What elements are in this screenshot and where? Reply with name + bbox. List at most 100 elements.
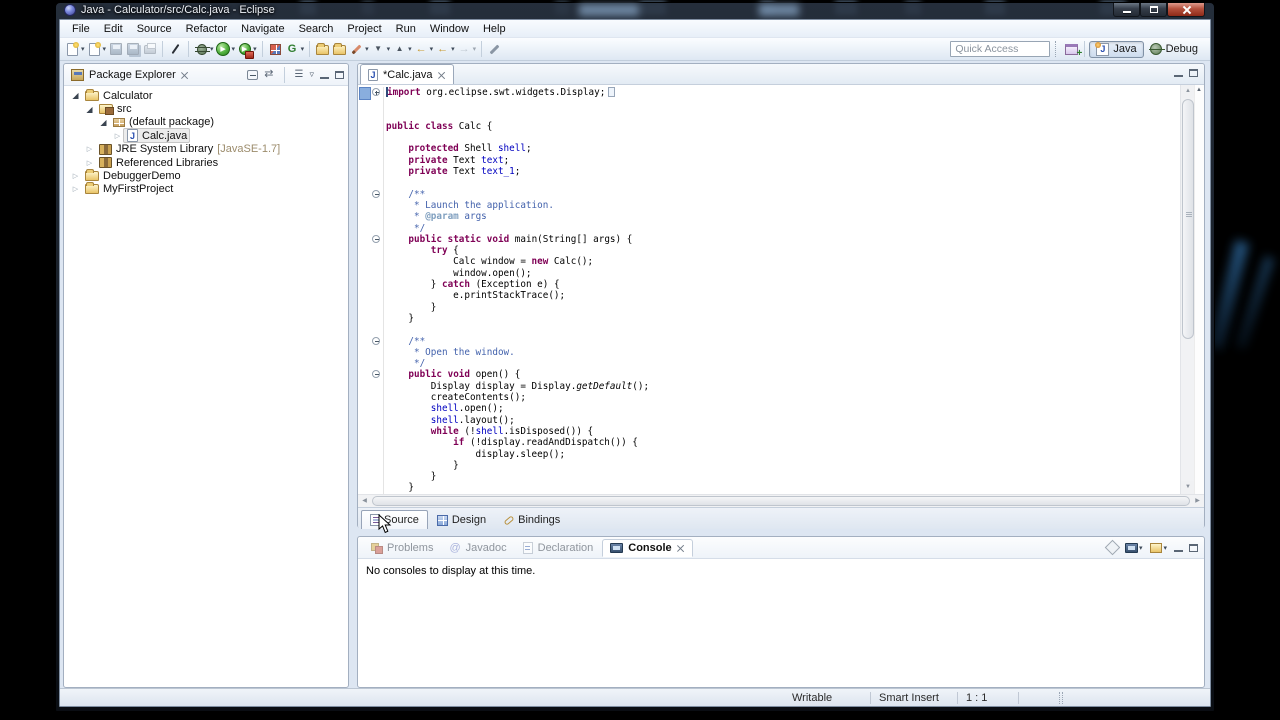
tab-console[interactable]: Console: [602, 538, 693, 557]
collapse-fold-icon[interactable]: [372, 189, 380, 198]
expand-arrow-icon[interactable]: ▷: [70, 185, 81, 193]
horizontal-scrollbar[interactable]: ◀ ▶: [358, 494, 1204, 507]
close-button[interactable]: [1167, 3, 1205, 17]
open-console-button[interactable]: ▾: [1149, 542, 1168, 553]
maximize-button[interactable]: [1140, 3, 1167, 17]
coverage-button[interactable]: G ▾: [284, 42, 306, 57]
save-button[interactable]: [107, 42, 124, 57]
scroll-left-icon[interactable]: ◀: [358, 495, 371, 507]
code-editor[interactable]: import org.eclipse.swt.widgets.Display; p…: [358, 85, 1204, 494]
editor-tab-calc-java[interactable]: J *Calc.java: [360, 64, 454, 84]
status-bar: Writable Smart Insert 1 : 1: [60, 688, 1210, 706]
tab-declaration[interactable]: Declaration: [516, 540, 601, 556]
perspective-java-button[interactable]: J Java: [1089, 40, 1144, 58]
quick-access-input[interactable]: [950, 41, 1051, 57]
open-type-button[interactable]: [314, 42, 331, 57]
maximize-console-button[interactable]: [1189, 543, 1198, 552]
menu-window[interactable]: Window: [423, 21, 476, 36]
expand-fold-icon[interactable]: [372, 88, 380, 96]
pin-console-button[interactable]: [1104, 539, 1121, 556]
open-perspective-button[interactable]: [1063, 42, 1082, 59]
expand-arrow-icon[interactable]: ▷: [84, 145, 95, 153]
expand-arrow-icon[interactable]: ▷: [84, 159, 95, 167]
collapse-fold-icon[interactable]: [372, 370, 380, 379]
tab-problems[interactable]: Problems: [364, 540, 440, 556]
previous-annotation-button[interactable]: ▲ ▾: [391, 42, 413, 57]
minimize-editor-button[interactable]: [1174, 74, 1183, 77]
vertical-scrollbar[interactable]: ▲ ▼: [1180, 85, 1204, 494]
collapse-fold-icon[interactable]: [372, 336, 380, 345]
tree-item-referenced-libraries[interactable]: ▷ Referenced Libraries: [64, 156, 348, 169]
menu-project[interactable]: Project: [340, 21, 388, 36]
save-all-button[interactable]: [124, 42, 141, 57]
forward-button[interactable]: → ▾: [456, 42, 478, 57]
tab-javadoc[interactable]: @ Javadoc: [442, 540, 513, 556]
new-wizard-button[interactable]: ▾: [64, 41, 86, 57]
link-with-editor-button[interactable]: ⇄: [264, 69, 273, 80]
last-edit-location-button[interactable]: [486, 42, 503, 57]
collapse-all-button[interactable]: [247, 69, 259, 80]
collapse-arrow-icon[interactable]: ◢: [70, 91, 81, 100]
menu-source[interactable]: Source: [130, 21, 179, 36]
expand-arrow-icon[interactable]: ▷: [70, 172, 81, 180]
display-console-button[interactable]: ▾: [1124, 542, 1144, 553]
tree-item-calc-java[interactable]: ▷ J Calc.java: [64, 128, 348, 144]
skip-breakpoints-button[interactable]: [167, 42, 184, 57]
menu-refactor[interactable]: Refactor: [179, 21, 235, 36]
maximize-editor-button[interactable]: [1189, 69, 1198, 77]
open-resource-button[interactable]: [331, 42, 348, 57]
tree-item-debuggerdemo[interactable]: ▷ DebuggerDemo: [64, 169, 348, 182]
minimize-button[interactable]: [1113, 3, 1140, 17]
debug-button[interactable]: ▾: [193, 42, 215, 57]
minimize-console-button[interactable]: [1174, 549, 1183, 552]
menu-navigate[interactable]: Navigate: [234, 21, 291, 36]
scroll-down-icon[interactable]: ▼: [1181, 481, 1195, 494]
new-java-project-button[interactable]: [267, 42, 284, 57]
close-tab-icon[interactable]: [438, 71, 446, 79]
focus-button[interactable]: ☰: [295, 69, 304, 80]
view-menu-button[interactable]: ▿: [309, 70, 314, 79]
format-button[interactable]: ▾: [348, 42, 370, 57]
code-line: */: [358, 222, 1180, 234]
external-tools-button[interactable]: ▶ ▾: [236, 42, 258, 59]
menu-file[interactable]: File: [65, 21, 97, 36]
minimize-view-button[interactable]: [320, 76, 329, 79]
scroll-up-icon[interactable]: ▲: [1181, 85, 1195, 98]
tab-bindings[interactable]: Bindings: [495, 510, 569, 529]
tree-item-calculator[interactable]: ◢ Calculator: [64, 88, 348, 102]
collapse-arrow-icon[interactable]: ◢: [84, 105, 95, 114]
run-button[interactable]: ▶ ▾: [215, 42, 237, 57]
back-button[interactable]: ← ▾: [413, 42, 435, 57]
menu-edit[interactable]: Edit: [97, 21, 130, 36]
annotation-ruler: [358, 211, 370, 222]
scroll-right-icon[interactable]: ▶: [1191, 495, 1204, 507]
overview-ruler[interactable]: [1194, 85, 1204, 494]
print-button[interactable]: [141, 42, 158, 57]
code-text[interactable]: import org.eclipse.swt.widgets.Display; p…: [358, 85, 1180, 494]
maximize-view-button[interactable]: [335, 70, 344, 79]
menu-search[interactable]: Search: [292, 21, 341, 36]
tab-design[interactable]: Design: [428, 510, 495, 529]
close-console-icon[interactable]: [677, 544, 685, 552]
tree-item-src[interactable]: ◢ src: [64, 102, 348, 116]
perspective-debug-button[interactable]: Debug: [1144, 42, 1204, 56]
tab-source[interactable]: Source: [361, 510, 428, 529]
tree-item-myfirstproject[interactable]: ▷ MyFirstProject: [64, 182, 348, 196]
package-explorer-tab[interactable]: Package Explorer: [68, 68, 192, 81]
tree-item--default-package-[interactable]: ◢ (default package): [64, 116, 348, 129]
back-history-button[interactable]: ← ▾: [434, 42, 456, 57]
collapse-fold-icon[interactable]: [372, 234, 380, 243]
fold-margin: [370, 403, 384, 415]
menu-help[interactable]: Help: [476, 21, 513, 36]
scrollbar-thumb[interactable]: [1182, 99, 1194, 339]
tree-item-jre-system-library[interactable]: ▷ JRE System Library [JavaSE-1.7]: [64, 143, 348, 156]
scrollbar-thumb[interactable]: [372, 496, 1190, 506]
close-view-icon[interactable]: [181, 71, 189, 79]
new-java-class-button[interactable]: ▾: [86, 41, 108, 57]
java-project-icon: [269, 43, 281, 55]
next-annotation-button[interactable]: ▼ ▾: [370, 42, 392, 57]
collapse-arrow-icon[interactable]: ◢: [98, 118, 109, 127]
expand-arrow-icon[interactable]: ▷: [112, 132, 123, 140]
titlebar[interactable]: Java - Calculator/src/Calc.java - Eclips…: [59, 3, 1211, 19]
menu-run[interactable]: Run: [389, 21, 423, 36]
